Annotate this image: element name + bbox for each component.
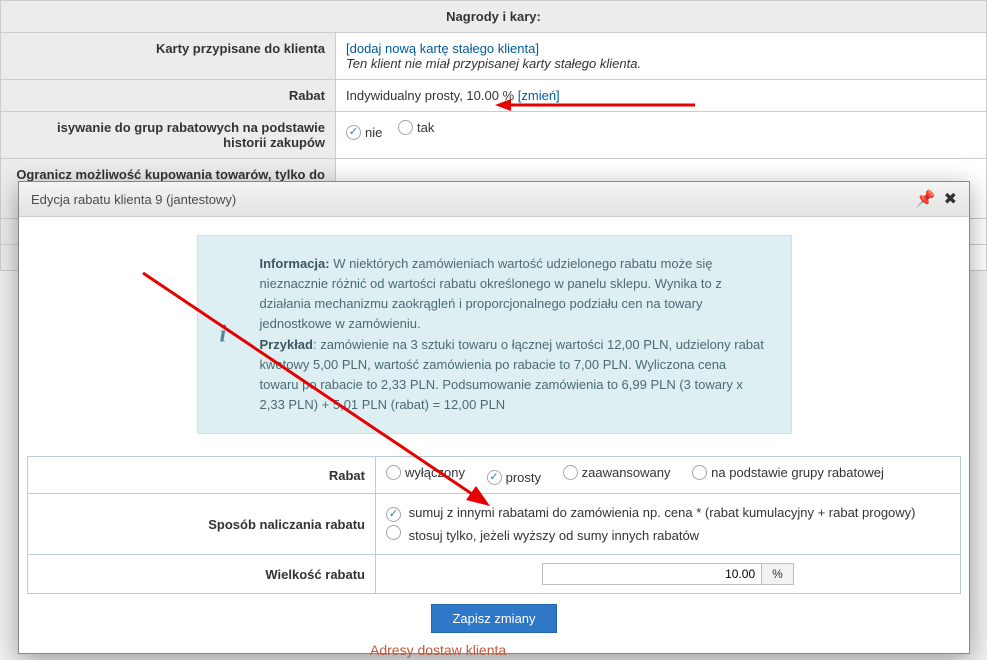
info-heading-2: Przykład — [260, 337, 313, 352]
radio-discount-simple[interactable]: prosty — [487, 470, 541, 485]
label-assign-groups: isywanie do grup rabatowych na podstawie… — [1, 112, 336, 159]
pin-icon[interactable]: 📌 — [916, 189, 936, 209]
save-button[interactable]: Zapisz zmiany — [431, 604, 556, 633]
info-icon: i — [220, 316, 227, 353]
radio-label: sumuj z innymi rabatami do zamówienia np… — [409, 505, 916, 520]
close-icon[interactable]: ✖ — [944, 189, 957, 209]
radio-label-no: nie — [365, 125, 382, 140]
radio-icon — [398, 120, 413, 135]
discount-form-table: Rabat wyłączony prosty zaawansowany — [27, 456, 961, 594]
radio-discount-group[interactable]: na podstawie grupy rabatowej — [692, 465, 884, 480]
info-heading-1: Informacja: — [260, 256, 330, 271]
radio-icon — [386, 507, 401, 522]
radio-icon — [386, 525, 401, 540]
radio-icon — [386, 465, 401, 480]
discount-unit-button[interactable]: % — [762, 563, 794, 585]
cards-info-text: Ten klient nie miał przypisanej karty st… — [346, 56, 641, 71]
radio-assign-yes[interactable]: tak — [398, 120, 434, 135]
form-label-discount: Rabat — [28, 457, 376, 494]
info-text-2: : zamówienie na 3 sztuki towaru o łączne… — [260, 337, 764, 412]
info-box: i Informacja: W niektórych zamówieniach … — [197, 235, 792, 434]
radio-label-yes: tak — [417, 120, 434, 135]
radio-icon — [692, 465, 707, 480]
radio-discount-advanced[interactable]: zaawansowany — [563, 465, 671, 480]
radio-label: prosty — [506, 470, 541, 485]
edit-discount-modal: Edycja rabatu klienta 9 (jantestowy) 📌 ✖… — [18, 181, 970, 654]
radio-icon — [563, 465, 578, 480]
radio-discount-off[interactable]: wyłączony — [386, 465, 465, 480]
footer-addresses-link[interactable]: Adresy dostaw klienta — [370, 642, 506, 658]
discount-amount-input[interactable] — [542, 563, 762, 585]
modal-title-text: Edycja rabatu klienta 9 (jantestowy) — [31, 192, 236, 207]
radio-icon — [487, 470, 502, 485]
section-rewards: Nagrody i kary: — [1, 1, 987, 33]
radio-label: zaawansowany — [582, 465, 671, 480]
radio-method-sum[interactable]: sumuj z innymi rabatami do zamówienia np… — [386, 505, 950, 522]
change-discount-link[interactable]: [zmień] — [518, 88, 560, 103]
radio-label: stosuj tylko, jeżeli wyższy od sumy inny… — [409, 528, 699, 543]
radio-assign-no[interactable]: nie — [346, 125, 382, 140]
modal-titlebar: Edycja rabatu klienta 9 (jantestowy) 📌 ✖ — [19, 182, 969, 217]
form-label-amount: Wielkość rabatu — [28, 555, 376, 594]
radio-icon — [346, 125, 361, 140]
label-discount: Rabat — [1, 80, 336, 112]
add-loyalty-card-link[interactable]: [dodaj nową kartę stałego klienta] — [346, 41, 539, 56]
radio-method-higher[interactable]: stosuj tylko, jeżeli wyższy od sumy inny… — [386, 525, 950, 543]
discount-value-text: Indywidualny prosty, 10.00 % — [346, 88, 514, 103]
label-cards: Karty przypisane do klienta — [1, 33, 336, 80]
form-label-method: Sposób naliczania rabatu — [28, 494, 376, 555]
radio-label: na podstawie grupy rabatowej — [711, 465, 884, 480]
info-text-1: W niektórych zamówieniach wartość udziel… — [260, 256, 722, 331]
radio-label: wyłączony — [405, 465, 465, 480]
